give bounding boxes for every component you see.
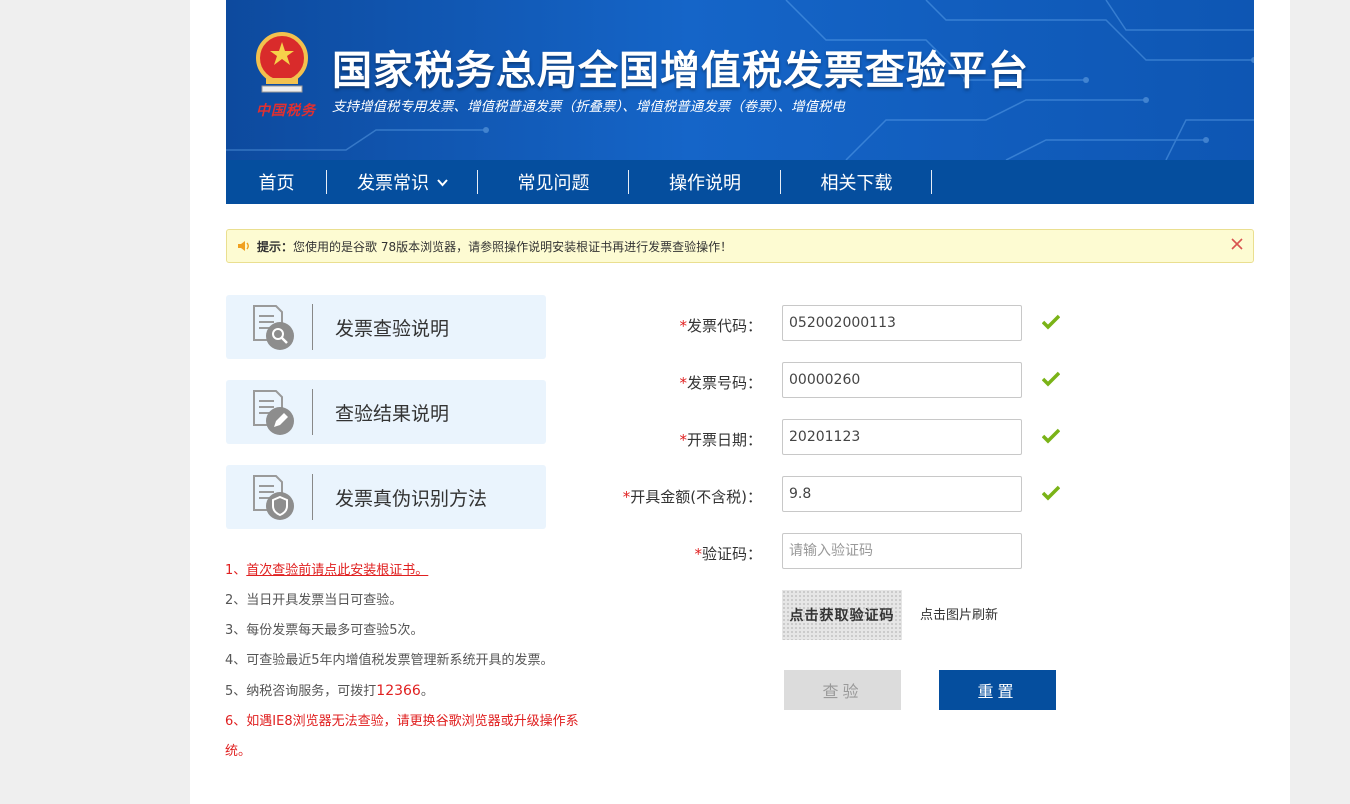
nav-instructions[interactable]: 操作说明 — [629, 160, 781, 204]
required-mark: * — [679, 317, 687, 335]
label-text: 发票号码： — [686, 374, 762, 392]
note-item: 2、当日开具发票当日可查验。 — [225, 593, 403, 608]
label-text: 发票代码： — [686, 317, 762, 335]
note-item: 5、纳税咨询服务，可拨打12366。 — [225, 676, 585, 707]
note-item: 4、可查验最近5年内增值税发票管理新系统开具的发票。 — [225, 653, 554, 668]
hotline-number: 12366 — [376, 683, 421, 699]
query-button[interactable]: 查验 — [784, 670, 901, 710]
captcha-image[interactable]: 点击获取验证码 — [782, 590, 902, 640]
amount-input[interactable] — [782, 476, 1022, 512]
nav-faq-label: 常见问题 — [517, 173, 590, 194]
issue-date-input[interactable] — [782, 419, 1022, 455]
nav-invoice-knowledge-label: 发票常识 — [357, 173, 429, 194]
page-container: 中国税务 国家税务总局全国增值税发票查验平台 支持增值税专用发票、增值税普通发票… — [190, 0, 1290, 804]
nav-home[interactable]: 首页 — [226, 160, 327, 204]
header-banner: 中国税务 国家税务总局全国增值税发票查验平台 支持增值税专用发票、增值税普通发票… — [226, 0, 1254, 160]
captcha-input[interactable] — [782, 533, 1022, 569]
nav-faq[interactable]: 常见问题 — [478, 160, 629, 204]
form-row-captcha: *验证码： — [190, 533, 1290, 571]
site-subtitle: 支持增值税专用发票、增值税普通发票（折叠票）、增值税普通发票（卷票）、增值税电 — [332, 99, 845, 115]
invoice-code-input[interactable] — [782, 305, 1022, 341]
form-row-invoice-number: *发票号码： — [190, 362, 1290, 400]
captcha-refresh-hint: 点击图片刷新 — [920, 608, 999, 623]
nav-instructions-label: 操作说明 — [669, 173, 741, 194]
label-text: 开具金额(不含税)： — [630, 488, 762, 506]
note-item: 6、如遇IE8浏览器无法查验，请更换谷歌浏览器或升级操作系统。 — [225, 714, 579, 759]
issue-date-label: *开票日期： — [679, 429, 762, 450]
main-nav: 首页 发票常识 常见问题 操作说明 相关下载 — [226, 160, 1254, 204]
captcha-label: *验证码： — [694, 543, 762, 564]
close-icon[interactable] — [1231, 236, 1243, 254]
nav-separator — [931, 170, 932, 194]
check-icon — [1042, 428, 1060, 444]
label-text: 开票日期： — [686, 431, 762, 449]
nav-downloads-label: 相关下载 — [820, 173, 893, 194]
invoice-number-input[interactable] — [782, 362, 1022, 398]
notes-list: 1、首次查验前请点此安装根证书。 2、当日开具发票当日可查验。 3、每份发票每天… — [225, 556, 585, 767]
tax-emblem-icon — [256, 32, 308, 93]
notice-text: 您使用的是谷歌 78版本浏览器，请参照操作说明安装根证书再进行发票查验操作！ — [293, 239, 733, 254]
emblem-caption: 中国税务 — [256, 103, 316, 119]
check-icon — [1042, 371, 1060, 387]
form-row-issue-date: *开票日期： — [190, 419, 1290, 457]
chevron-down-icon — [437, 176, 448, 190]
required-mark: * — [694, 545, 702, 563]
reset-button[interactable]: 重置 — [939, 670, 1056, 710]
label-text: 验证码： — [701, 545, 762, 563]
form-row-invoice-code: *发票代码： — [190, 305, 1290, 343]
speaker-icon — [238, 241, 249, 251]
nav-home-label: 首页 — [258, 173, 295, 194]
note-item: 3、每份发票每天最多可查验5次。 — [225, 623, 424, 638]
browser-notice: 提示： 您使用的是谷歌 78版本浏览器，请参照操作说明安装根证书再进行发票查验操… — [226, 229, 1254, 263]
site-title: 国家税务总局全国增值税发票查验平台 — [332, 48, 1029, 94]
form-row-amount: *开具金额(不含税)： — [190, 476, 1290, 514]
notice-label: 提示： — [257, 239, 294, 254]
invoice-code-label: *发票代码： — [679, 315, 762, 336]
nav-invoice-knowledge[interactable]: 发票常识 — [327, 160, 478, 204]
amount-label: *开具金额(不含税)： — [623, 486, 762, 507]
check-icon — [1042, 485, 1060, 501]
required-mark: * — [679, 374, 687, 392]
nav-downloads[interactable]: 相关下载 — [781, 160, 932, 204]
note-text: 5、纳税咨询服务，可拨打 — [225, 684, 377, 699]
invoice-number-label: *发票号码： — [679, 372, 762, 393]
check-icon — [1042, 314, 1060, 330]
note-suffix: 。 — [420, 684, 434, 699]
required-mark: * — [679, 431, 687, 449]
